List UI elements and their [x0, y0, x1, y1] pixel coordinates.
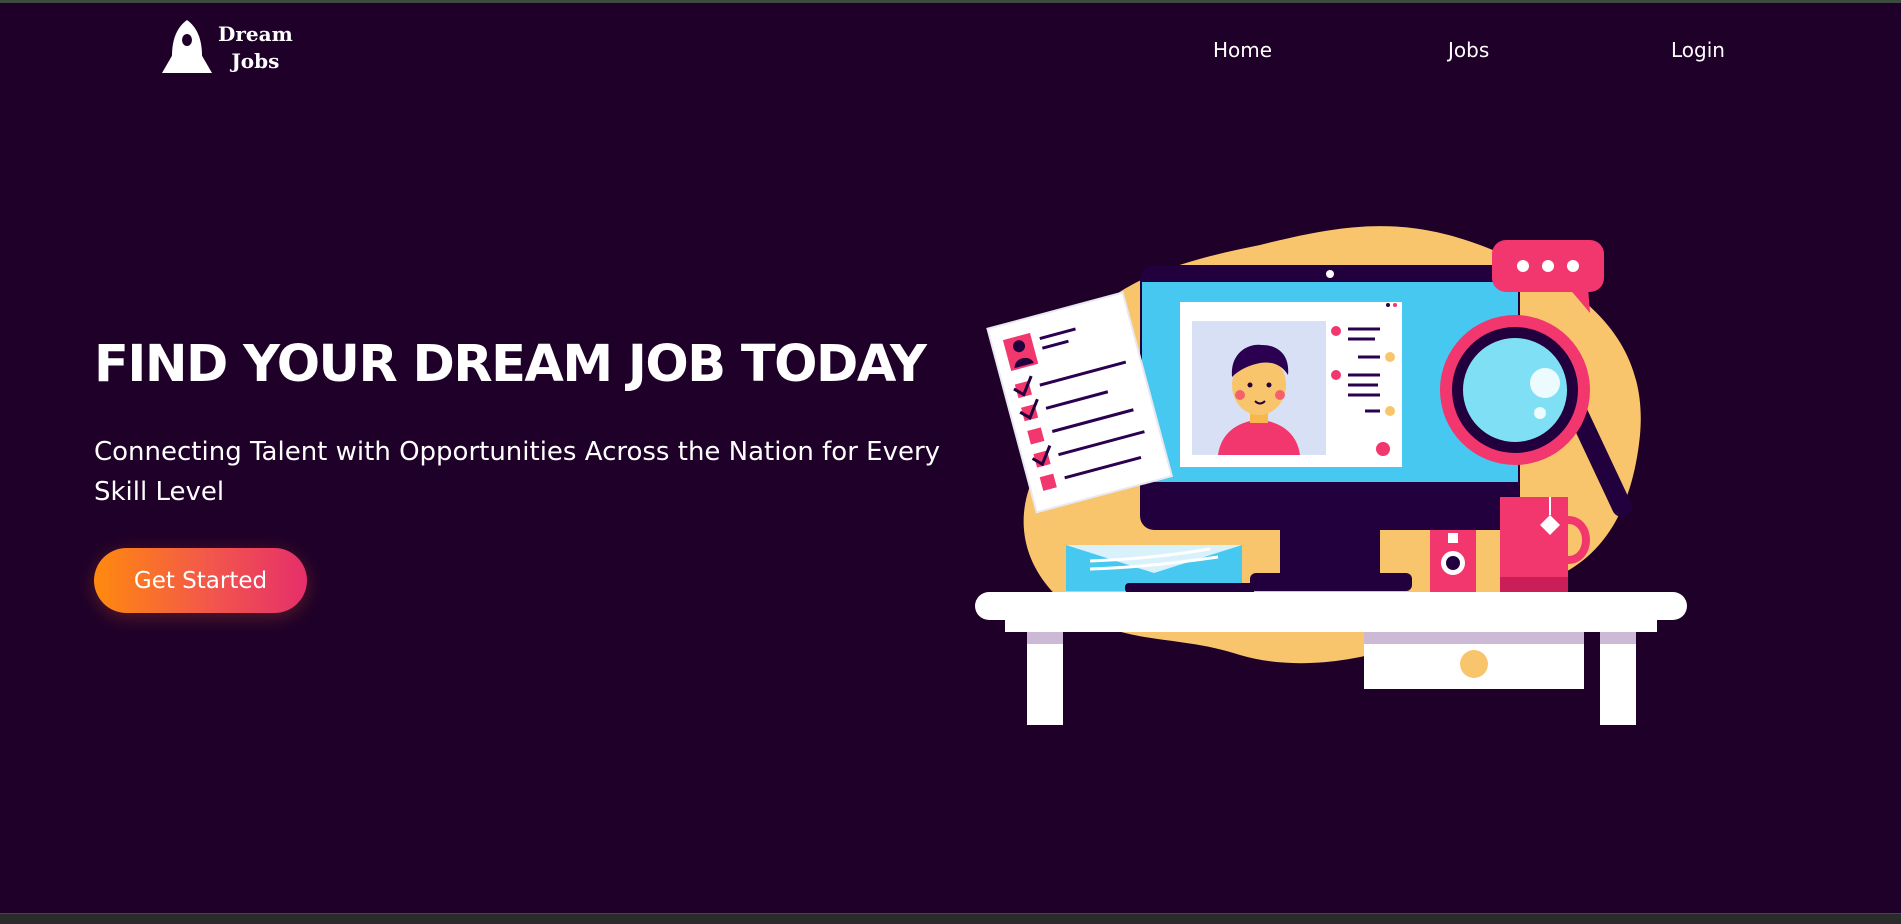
nav-link-jobs[interactable]: Jobs — [1448, 38, 1489, 62]
get-started-button[interactable]: Get Started — [94, 548, 307, 613]
main-nav: Home Jobs Login — [0, 38, 1901, 68]
nav-link-home[interactable]: Home — [1213, 38, 1272, 62]
hero-title: FIND YOUR DREAM JOB TODAY — [94, 335, 927, 394]
nav-link-login[interactable]: Login — [1671, 38, 1725, 62]
window-bottom-bar — [0, 913, 1901, 924]
page: Dream Jobs Home Jobs Login FIND YOUR DRE… — [0, 0, 1901, 924]
hero-subtitle: Connecting Talent with Opportunities Acr… — [94, 437, 941, 507]
job-search-illustration — [975, 226, 1687, 725]
window-top-border — [0, 0, 1901, 3]
binder-illustration — [1430, 530, 1476, 592]
envelope-illustration — [1066, 545, 1255, 593]
